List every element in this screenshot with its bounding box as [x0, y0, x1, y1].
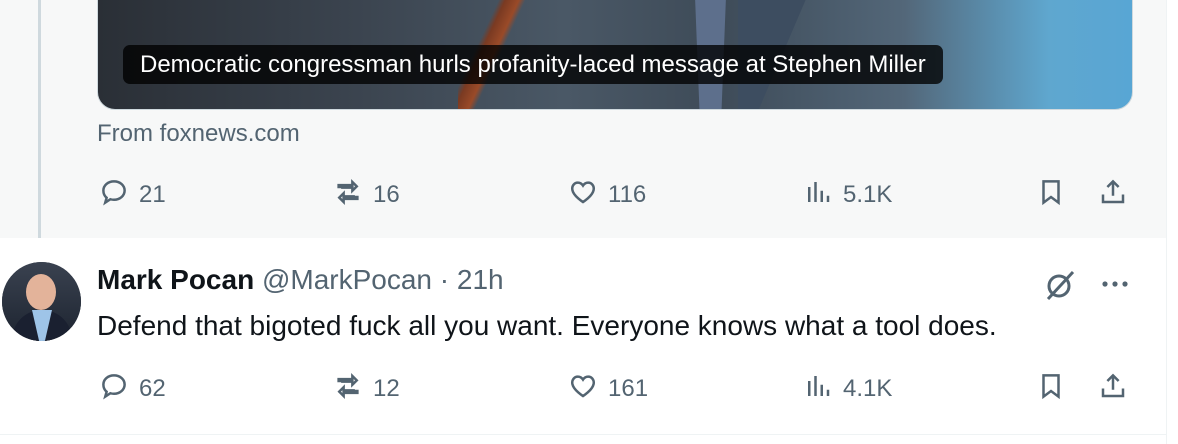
share-button[interactable] [1098, 371, 1128, 407]
parent-action-bar: 21 16 116 5.1K [0, 177, 1166, 213]
like-button[interactable]: 161 [568, 371, 648, 407]
reply-count: 21 [139, 181, 166, 208]
repost-button[interactable]: 16 [333, 177, 400, 213]
repost-count: 16 [373, 181, 400, 208]
heart-icon [568, 371, 598, 408]
share-button[interactable] [1098, 177, 1128, 213]
tweet-text: Defend that bigoted fuck all you want. E… [97, 310, 997, 341]
reply-count: 62 [139, 375, 166, 402]
views-button[interactable]: 5.1K [803, 177, 892, 213]
views-count: 5.1K [843, 181, 893, 208]
bookmark-icon [1036, 371, 1066, 408]
like-count: 161 [608, 375, 649, 402]
card-caption[interactable]: Democratic congressman hurls profanity-l… [123, 45, 943, 84]
card-source[interactable]: From foxnews.com [97, 120, 300, 148]
grok-icon[interactable] [1043, 268, 1077, 302]
repost-icon [333, 177, 363, 214]
bottom-divider [0, 434, 1166, 435]
parent-tweet[interactable]: Democratic congressman hurls profanity-l… [0, 0, 1166, 238]
reply-action-bar: 62 12 161 4.1K [0, 371, 1166, 407]
author-name[interactable]: Mark Pocan [97, 264, 254, 295]
tweet-timestamp[interactable]: 21h [457, 264, 504, 295]
like-count: 116 [608, 181, 647, 208]
repost-icon [333, 371, 363, 408]
repost-button[interactable]: 12 [333, 371, 400, 407]
reply-icon [99, 371, 129, 408]
views-button[interactable]: 4.1K [803, 371, 892, 407]
repost-count: 12 [373, 375, 400, 402]
reply-tweet[interactable]: Mark Pocan @MarkPocan · 21h Defend that … [0, 238, 1166, 434]
views-icon [803, 371, 833, 408]
bookmark-button[interactable] [1036, 177, 1066, 213]
share-icon [1098, 371, 1128, 408]
avatar[interactable] [2, 262, 81, 341]
author-handle[interactable]: @MarkPocan [262, 264, 432, 295]
heart-icon [568, 177, 598, 214]
reply-icon [99, 177, 129, 214]
views-count: 4.1K [843, 375, 893, 402]
like-button[interactable]: 116 [568, 177, 646, 213]
bookmark-button[interactable] [1036, 371, 1066, 407]
header-separator: · [439, 264, 450, 295]
reply-button[interactable]: 62 [99, 371, 166, 407]
reply-button[interactable]: 21 [99, 177, 166, 213]
share-icon [1098, 177, 1128, 214]
more-icon[interactable] [1100, 272, 1130, 296]
views-icon [803, 177, 833, 214]
bookmark-icon [1036, 177, 1066, 214]
tweet-header: Mark Pocan @MarkPocan · 21h [97, 264, 504, 296]
thread-connector-line [38, 0, 41, 250]
timeline-border [1166, 0, 1167, 444]
